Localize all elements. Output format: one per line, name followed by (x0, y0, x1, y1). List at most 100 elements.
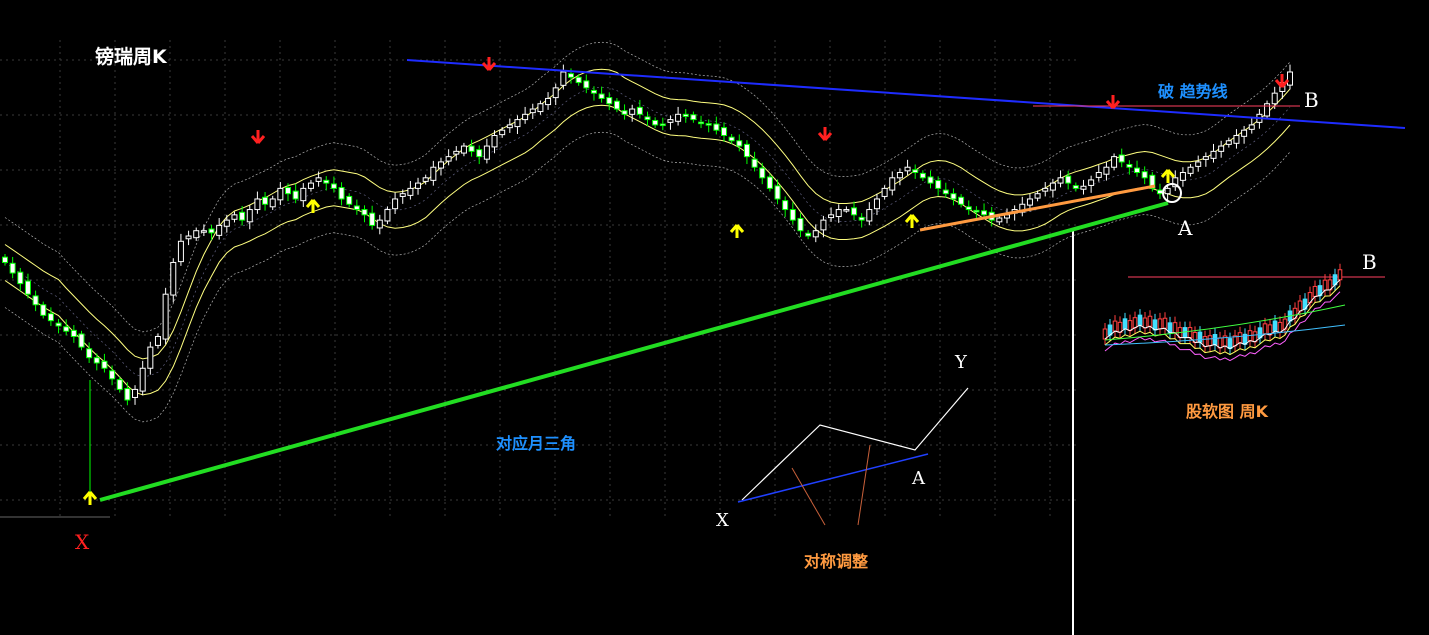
candle-body (223, 219, 230, 227)
candle-body (828, 214, 835, 219)
candle-body (598, 93, 605, 99)
candle-body (1287, 71, 1293, 86)
candle-body (1141, 171, 1148, 179)
candle-body (17, 271, 24, 285)
inset-candle (1112, 320, 1118, 332)
candle-body (254, 198, 261, 211)
inset-candle (1187, 327, 1193, 339)
candle-body (713, 123, 720, 131)
candle-body (896, 172, 903, 179)
up-arrow-icon (82, 491, 98, 505)
candle-body (835, 209, 842, 218)
candle-body (231, 214, 238, 220)
inset-candle (1172, 322, 1178, 334)
candle-body (300, 187, 307, 202)
candle-body (1118, 154, 1125, 163)
candle-body (453, 150, 460, 155)
candle-body (1179, 172, 1186, 181)
candle-body (1271, 92, 1278, 105)
candle-body (338, 187, 345, 200)
point-b-label: B (1304, 88, 1319, 112)
inset-candle (1262, 323, 1268, 335)
symmetric-adjust-label: 对称调整 (804, 552, 869, 571)
candle-body (40, 304, 47, 316)
candle-body (1134, 167, 1141, 174)
candle-body (476, 149, 483, 158)
candle-body (1233, 134, 1240, 144)
inset-candle (1272, 320, 1278, 332)
candle-body (1218, 145, 1225, 152)
candle-body (239, 211, 246, 221)
break-trendline-label: 破 趋势线 (1158, 82, 1228, 101)
candle-body (652, 119, 659, 126)
candle-body (858, 216, 865, 221)
candle-body (70, 329, 77, 338)
inset-candle (1127, 320, 1133, 332)
candle-body (919, 172, 926, 179)
candle-body (889, 177, 896, 191)
candle-body (1241, 129, 1248, 137)
candle-body (812, 230, 819, 238)
candle-body (376, 219, 383, 229)
candle-body (1088, 179, 1095, 186)
candle-body (996, 217, 1003, 223)
diagram-arrow (857, 444, 871, 526)
candle-body (981, 210, 988, 216)
candle-body (1195, 161, 1202, 167)
candle-body (682, 113, 689, 117)
inset-point-b-label: B (1362, 250, 1377, 274)
candle-body (430, 166, 437, 181)
pattern-diagram (737, 387, 969, 526)
candle-body (820, 219, 827, 231)
candle-body (866, 209, 873, 222)
candle-body (330, 183, 337, 189)
candle-body (346, 195, 353, 205)
inset-candle (1162, 317, 1168, 329)
diagram-a-label: A (912, 468, 925, 489)
candle-body (460, 145, 467, 154)
candle-body (552, 87, 559, 99)
candle-body (958, 196, 965, 205)
candle-body (55, 322, 62, 327)
candle-body (132, 388, 139, 398)
candle-body (583, 80, 590, 89)
candle-body (9, 262, 16, 274)
candle-body (881, 187, 888, 197)
candle-body (437, 161, 444, 169)
candle-body (720, 127, 727, 136)
candle-body (927, 176, 934, 184)
candle-body (1202, 156, 1209, 160)
candle-body (86, 348, 93, 359)
candle-body (644, 116, 651, 121)
candle-body (24, 280, 31, 295)
candlesticks (2, 64, 1293, 495)
candle-body (1034, 193, 1041, 199)
candle-body (78, 333, 85, 348)
diagram-y-label: Y (955, 352, 967, 373)
candle-body (1072, 185, 1079, 189)
candle-body (1042, 187, 1049, 192)
candle-body (759, 167, 766, 179)
candle-body (177, 240, 184, 263)
diagram-zigzag (741, 387, 969, 501)
candle-body (973, 209, 980, 213)
signal-arrows (82, 57, 1290, 505)
candle-body (93, 357, 100, 364)
candle-body (545, 97, 552, 106)
candle-body (568, 73, 575, 78)
candle-body (422, 177, 429, 182)
monthly-triangle-label: 对应月三角 (496, 434, 577, 453)
inset-candle (1122, 318, 1128, 330)
candle-body (399, 193, 406, 197)
candle-body (407, 187, 414, 196)
candle-body (445, 156, 452, 162)
candle-body (912, 169, 919, 174)
candle-body (575, 76, 582, 84)
up-arrow-icon (305, 199, 321, 213)
candle-body (415, 182, 422, 189)
candle-body (483, 145, 490, 160)
candle-body (590, 89, 597, 94)
candle-body (147, 346, 154, 369)
candle-body (246, 209, 253, 223)
candle-body (32, 295, 39, 306)
